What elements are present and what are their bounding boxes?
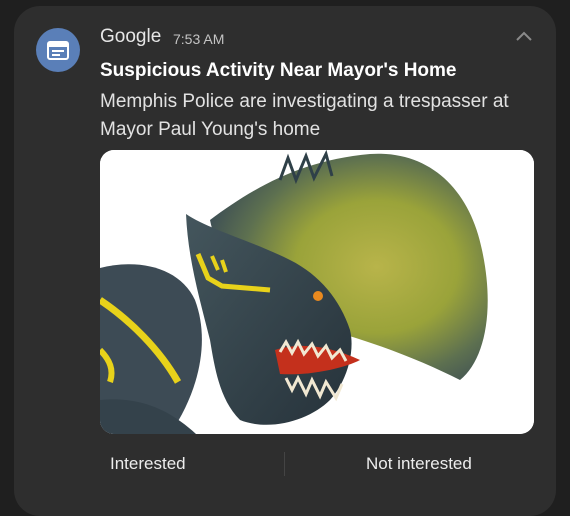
not-interested-button[interactable]: Not interested <box>366 454 472 474</box>
app-name: Google <box>100 26 162 47</box>
timestamp: 7:53 AM <box>173 31 225 47</box>
chevron-up-icon[interactable] <box>514 28 534 44</box>
calendar-news-icon <box>36 28 80 72</box>
notification-image[interactable] <box>100 150 534 434</box>
notification-title: Suspicious Activity Near Mayor's Home <box>100 60 457 81</box>
notification-body: Memphis Police are investigating a tresp… <box>100 91 509 140</box>
dinosaur-figure-image <box>100 150 534 434</box>
action-divider <box>284 452 285 476</box>
notification-card[interactable]: Google 7:53 AM Suspicious Activity Near … <box>14 6 556 516</box>
notification-actions: Interested Not interested <box>14 446 556 486</box>
interested-button[interactable]: Interested <box>110 454 186 474</box>
